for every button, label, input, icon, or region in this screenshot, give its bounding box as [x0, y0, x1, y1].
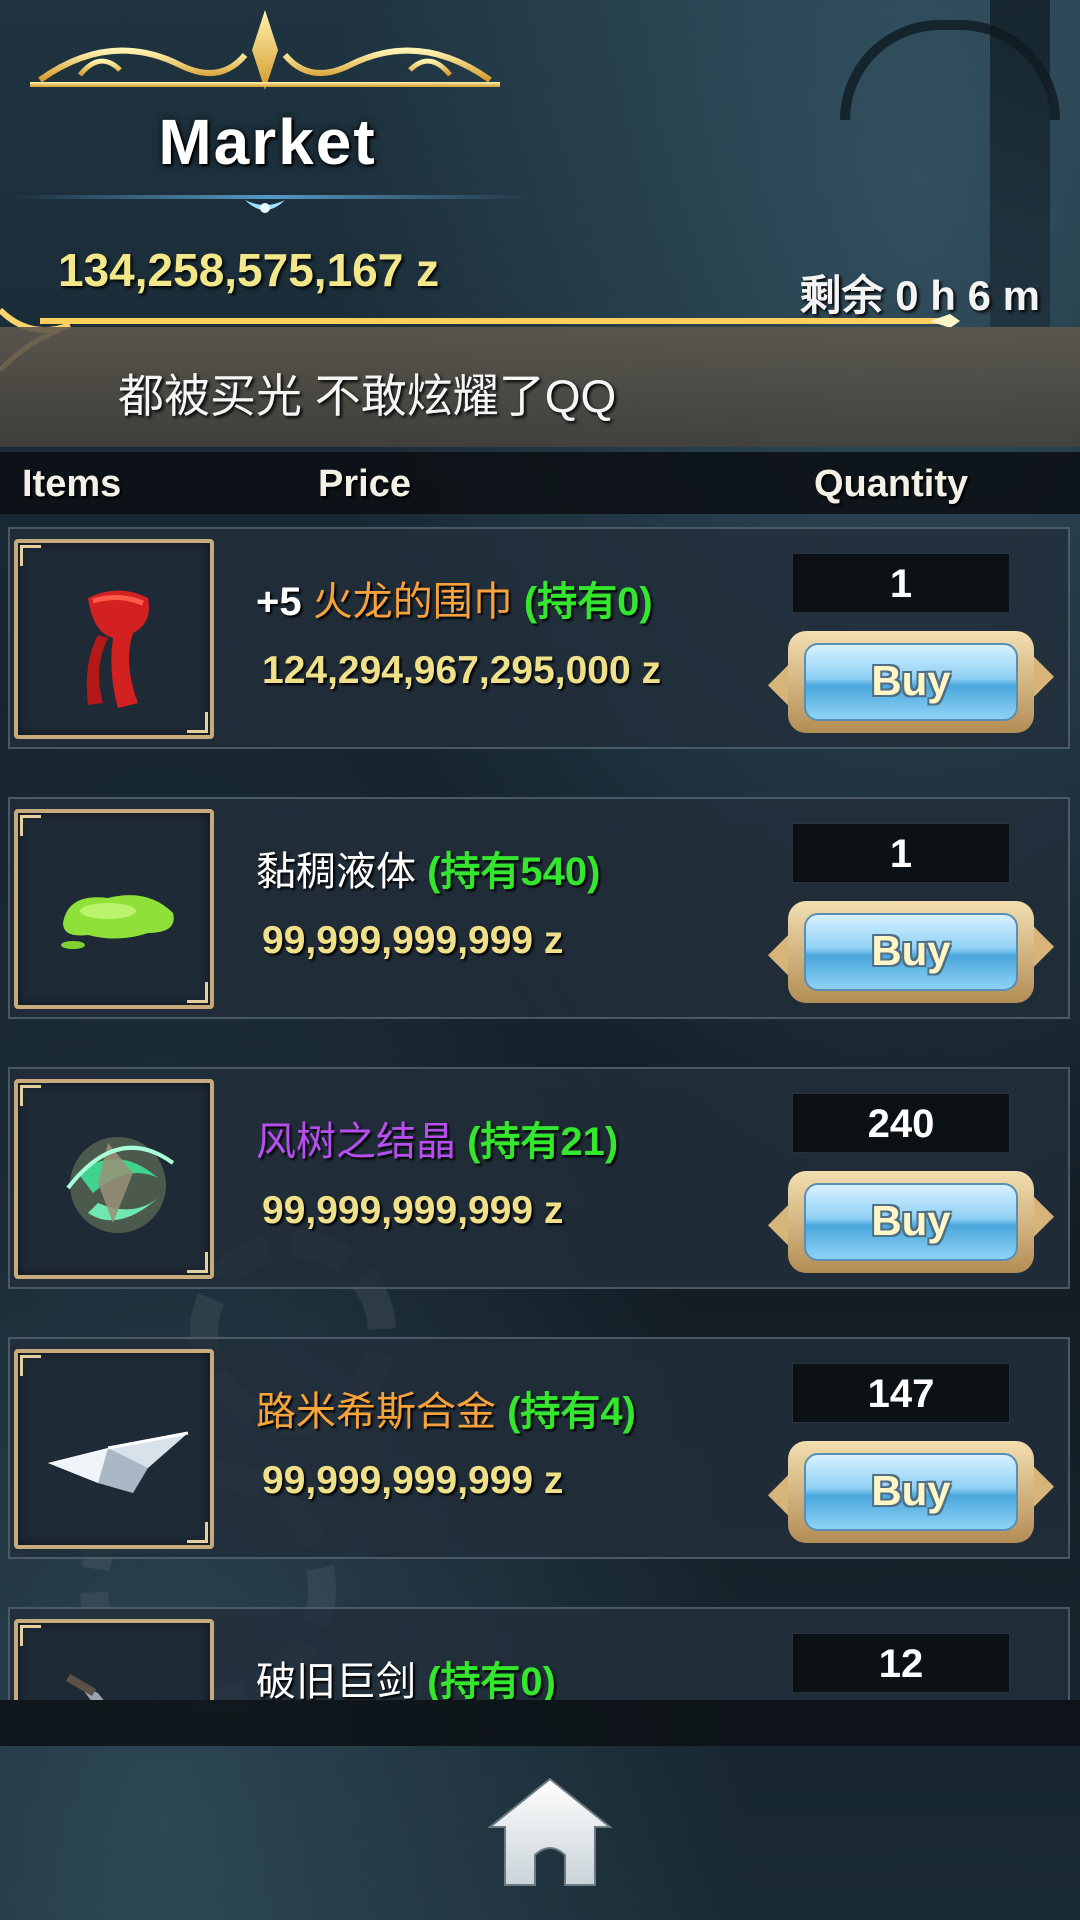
item-enhance-level: +5	[256, 580, 313, 624]
buy-button[interactable]: Buy	[767, 901, 1055, 1003]
announcement-text: 都被买光 不敢炫耀了QQ	[118, 370, 617, 422]
buy-button-label: Buy	[871, 657, 951, 704]
wind-crystal-icon	[66, 1137, 175, 1233]
market-header: Market 134,258,575,167 z 剩余 0 h 6 m 都被买光…	[0, 0, 1080, 450]
item-price: 99,999,999,999 z	[262, 919, 564, 962]
item-price: 124,294,967,295,000 z	[262, 649, 662, 692]
item-name-line: 风树之结晶 (持有21)	[256, 1109, 618, 1167]
item-owned-count: (持有21)	[456, 1120, 619, 1164]
buy-button-label: Buy	[871, 1467, 951, 1514]
item-thumbnail[interactable]	[14, 1349, 214, 1549]
item-name: 路米希斯合金	[256, 1390, 496, 1434]
item-price: 99,999,999,999 z	[262, 1189, 564, 1232]
item-name-line: 黏稠液体 (持有540)	[256, 839, 601, 897]
item-thumbnail[interactable]	[14, 1619, 214, 1700]
column-quantity: Quantity	[814, 463, 969, 505]
alloy-icon	[48, 1431, 189, 1493]
buy-button[interactable]: Buy	[767, 1171, 1055, 1273]
quantity-field[interactable]: 1	[792, 823, 1010, 883]
item-thumbnail[interactable]	[14, 1079, 214, 1279]
item-name: 风树之结晶	[256, 1120, 456, 1164]
market-row: 破旧巨剑 (持有0) 12	[8, 1607, 1070, 1700]
market-item-list[interactable]: +5 火龙的围巾 (持有0) 124,294,967,295,000 z 1 B…	[0, 525, 1080, 1700]
sword-icon	[66, 1674, 104, 1700]
quantity-field[interactable]: 12	[792, 1633, 1010, 1693]
buy-button[interactable]: Buy	[767, 1441, 1055, 1543]
currency-balance: 134,258,575,167 z	[58, 244, 440, 296]
item-name: 火龙的围巾	[312, 580, 513, 624]
market-row: 黏稠液体 (持有540) 99,999,999,999 z 1 Buy	[8, 797, 1070, 1019]
item-name-line: +5 火龙的围巾 (持有0)	[256, 569, 653, 627]
item-owned-count: (持有0)	[512, 580, 653, 624]
column-items: Items	[22, 463, 122, 505]
home-icon[interactable]	[485, 1775, 615, 1890]
green-slime-icon	[61, 895, 174, 949]
item-name: 破旧巨剑	[256, 1660, 416, 1700]
bottom-bar	[0, 1700, 1080, 1746]
gem-ornament-icon	[245, 200, 285, 213]
buy-button[interactable]: Buy	[767, 631, 1055, 733]
item-name: 黏稠液体	[256, 850, 416, 894]
red-scarf-icon	[86, 590, 149, 708]
market-row: 路米希斯合金 (持有4) 99,999,999,999 z 147 Buy	[8, 1337, 1070, 1559]
title-ornament	[30, 10, 500, 90]
item-thumbnail[interactable]	[14, 809, 214, 1009]
buy-button-label: Buy	[871, 927, 951, 974]
item-owned-count: (持有4)	[496, 1390, 636, 1434]
item-name-line: 路米希斯合金 (持有4)	[256, 1379, 636, 1437]
quantity-field[interactable]: 1	[792, 553, 1010, 613]
item-name-line: 破旧巨剑 (持有0)	[256, 1649, 556, 1700]
item-owned-count: (持有0)	[416, 1660, 556, 1700]
market-row: 风树之结晶 (持有21) 99,999,999,999 z 240 Buy	[8, 1067, 1070, 1289]
item-owned-count: (持有540)	[416, 850, 601, 894]
quantity-field[interactable]: 147	[792, 1363, 1010, 1423]
market-row: +5 火龙的围巾 (持有0) 124,294,967,295,000 z 1 B…	[8, 527, 1070, 749]
quantity-field[interactable]: 240	[792, 1093, 1010, 1153]
item-thumbnail[interactable]	[14, 539, 214, 739]
page-title: Market	[158, 106, 377, 178]
column-price: Price	[318, 463, 411, 505]
buy-button-label: Buy	[871, 1197, 951, 1244]
item-price: 99,999,999,999 z	[262, 1459, 564, 1502]
